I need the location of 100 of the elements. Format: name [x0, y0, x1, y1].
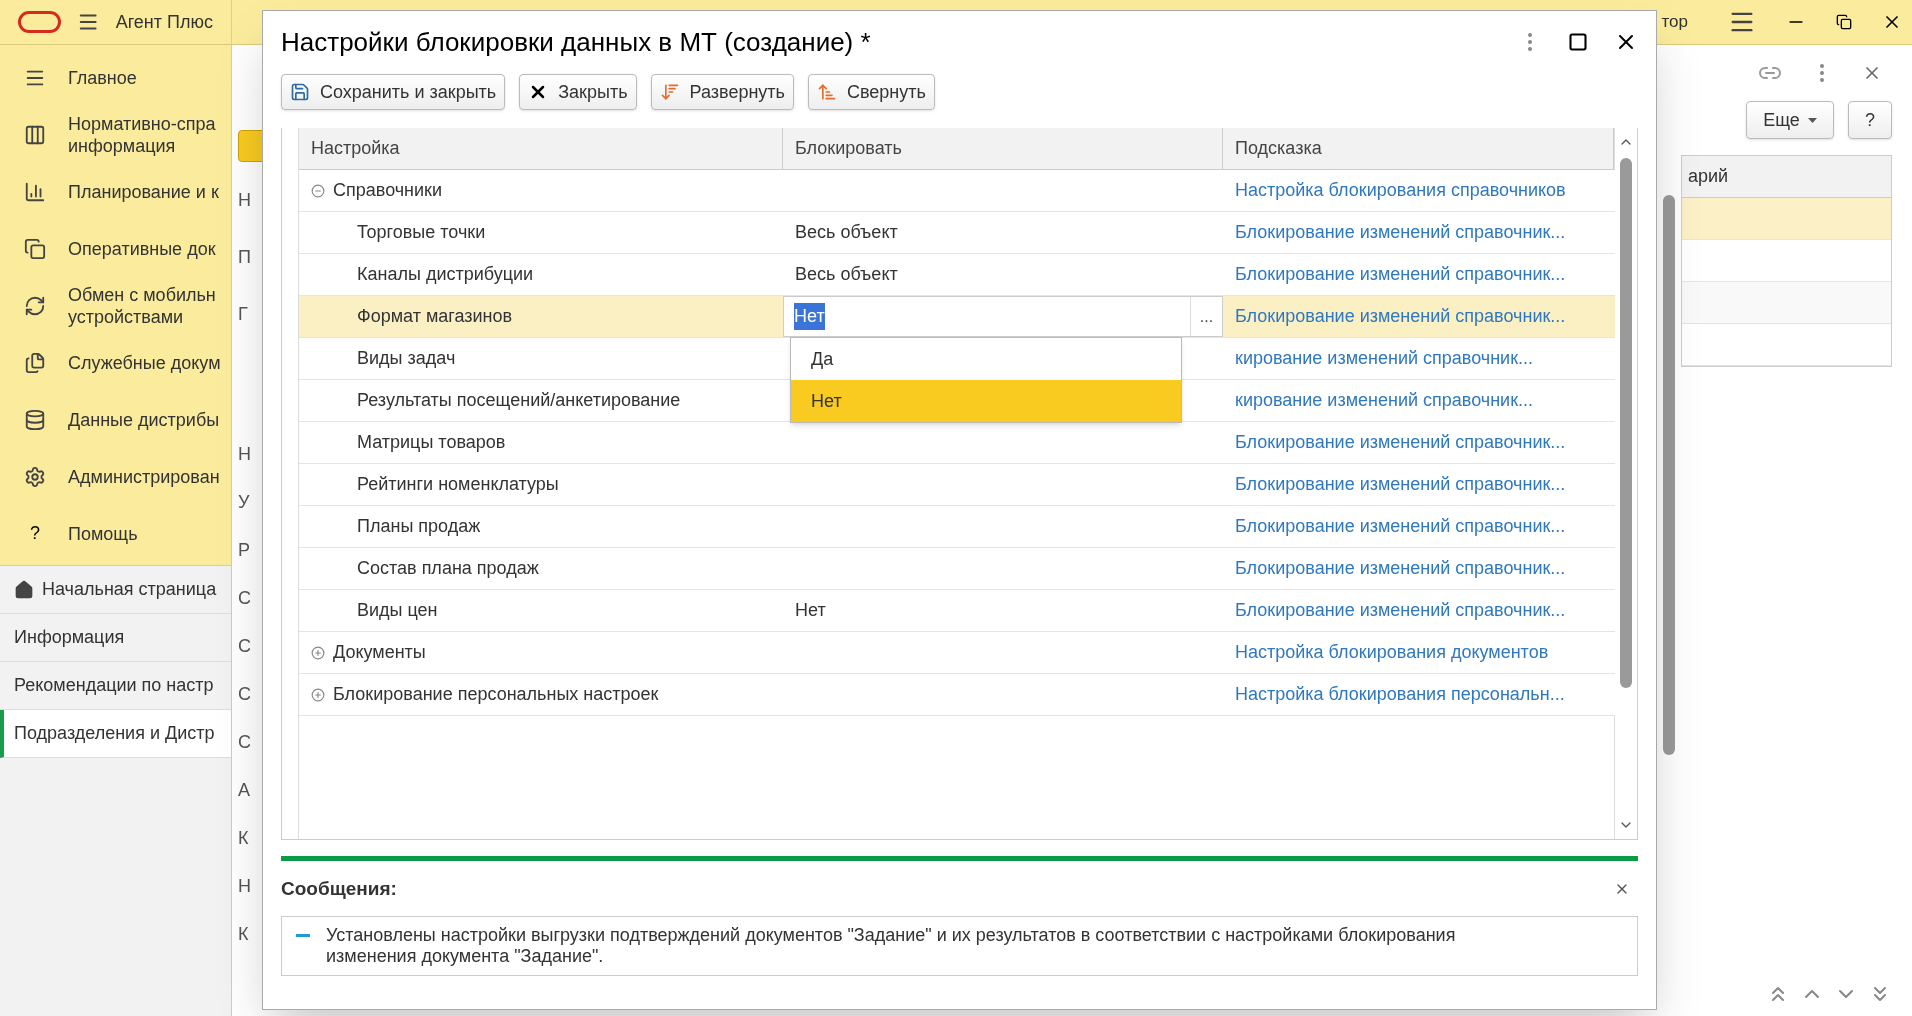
- table-row[interactable]: Документы Настройка блокирования документов: [299, 632, 1615, 674]
- section-item[interactable]: Главное: [0, 51, 231, 104]
- hint-link[interactable]: кирование изменений справочник...: [1235, 345, 1534, 372]
- section-item[interactable]: Обмен с мобильн устройствами: [0, 279, 231, 332]
- hint-link[interactable]: Настройка блокирования справочников: [1235, 177, 1566, 204]
- section-label: Обмен с мобильн устройствами: [68, 283, 216, 328]
- setting-name: Результаты посещений/анкетирование: [357, 389, 681, 412]
- column-header: Блокировать: [783, 128, 1223, 169]
- form-label: А: [238, 779, 251, 802]
- section-icon: [24, 408, 46, 431]
- section-item[interactable]: Данные дистрибы: [0, 393, 231, 446]
- setting-name: Рейтинги номенклатуры: [357, 473, 559, 496]
- column-header: Подсказка: [1223, 128, 1614, 169]
- toolbar-button[interactable]: Закрыть: [519, 74, 637, 110]
- form-label: Г: [238, 303, 249, 326]
- message-text: Установлены настройки выгрузки подтверждений документов "Задание" и их результатов в соответствии с настройками блокирования изменения документа "Задание".: [326, 924, 1456, 967]
- value-editor[interactable]: Нет ...: [783, 296, 1223, 337]
- messages-title: Сообщения:: [281, 877, 397, 901]
- table-row[interactable]: Торговые точки Весь объект Блокирование изменений справочник...: [299, 212, 1615, 254]
- table-row[interactable]: Рейтинги номенклатуры Блокирование изменений справочник...: [299, 464, 1615, 506]
- hint-link[interactable]: Блокирование изменений справочник...: [1235, 303, 1566, 330]
- toolbar-button[interactable]: Свернуть: [807, 74, 935, 110]
- table-row[interactable]: Планы продаж Блокирование изменений справочник...: [299, 506, 1615, 548]
- setting-name: Состав плана продаж: [357, 557, 539, 580]
- scrollbar-thumb[interactable]: [1663, 195, 1675, 755]
- table-row[interactable]: Матрицы товаров Блокирование изменений справочник...: [299, 422, 1615, 464]
- expand-list-icon: [659, 82, 680, 102]
- table-row[interactable]: Каналы дистрибуции Весь объект Блокирование изменений справочник...: [299, 254, 1615, 296]
- expand-toggle-icon[interactable]: [311, 687, 325, 702]
- hint-link[interactable]: Настройка блокирования персональн...: [1235, 681, 1565, 708]
- toolbar-button[interactable]: Сохранить и закрыть: [281, 74, 506, 110]
- form-label: Н: [238, 875, 252, 898]
- choose-button[interactable]: ...: [1190, 297, 1222, 336]
- section-item[interactable]: Служебные докум: [0, 336, 231, 389]
- dialog-title: Настройки блокировки данных в МТ (создание) *: [281, 25, 871, 59]
- section-icon: [24, 123, 46, 146]
- setting-name: Торговые точки: [357, 221, 486, 244]
- toolbar-button[interactable]: Развернуть: [650, 74, 794, 110]
- section-label: Планирование и к: [68, 180, 219, 203]
- section-label: Администрирован: [68, 465, 220, 488]
- hint-link[interactable]: Блокирование изменений справочник...: [1235, 555, 1566, 582]
- section-item[interactable]: Оперативные док: [0, 222, 231, 275]
- maximize-icon[interactable]: [1568, 32, 1588, 52]
- selected-value: Нет: [794, 303, 825, 330]
- form-label: К: [238, 923, 250, 946]
- hint-link[interactable]: Блокирование изменений справочник...: [1235, 429, 1566, 456]
- section-label: Помощь: [68, 522, 138, 545]
- dropdown-item[interactable]: Да: [791, 338, 1181, 380]
- block-value: Весь объект: [795, 263, 898, 286]
- user-name: тор: [1661, 11, 1688, 34]
- hint-link[interactable]: Блокирование изменений справочник...: [1235, 597, 1566, 624]
- setting-name: Планы продаж: [357, 515, 481, 538]
- section-label: Главное: [68, 66, 137, 89]
- form-label: С: [238, 635, 252, 658]
- more-button[interactable]: Еще: [1746, 101, 1834, 139]
- hint-link[interactable]: Блокирование изменений справочник...: [1235, 471, 1566, 498]
- column-header: арий: [1688, 165, 1729, 188]
- hint-link[interactable]: кирование изменений справочник...: [1235, 387, 1534, 414]
- table-row[interactable]: Справочники Настройка блокирования справочников: [299, 170, 1615, 212]
- setting-name: Справочники: [333, 179, 443, 202]
- scrollbar-thumb[interactable]: [1620, 158, 1632, 688]
- form-label: С: [238, 587, 252, 610]
- form-label: Н: [238, 189, 252, 212]
- form-label: С: [238, 731, 252, 754]
- hint-link[interactable]: Настройка блокирования документов: [1235, 639, 1549, 666]
- table-row[interactable]: Состав плана продаж Блокирование изменений справочник...: [299, 548, 1615, 590]
- setting-name: Документы: [333, 641, 426, 664]
- block-value: Нет: [795, 599, 826, 622]
- restore-icon[interactable]: [1836, 14, 1852, 30]
- section-label: Оперативные док: [68, 237, 216, 260]
- section-icon: [24, 351, 46, 374]
- section-icon: [24, 237, 46, 260]
- form-label: Н: [238, 443, 252, 466]
- hint-link[interactable]: Блокирование изменений справочник...: [1235, 219, 1566, 246]
- setting-name: Блокирование персональных настроек: [333, 683, 659, 706]
- setting-name: Матрицы товаров: [357, 431, 506, 454]
- hint-link[interactable]: Блокирование изменений справочник...: [1235, 261, 1566, 288]
- hint-link[interactable]: Блокирование изменений справочник...: [1235, 513, 1566, 540]
- section-icon: [24, 465, 46, 488]
- section-item[interactable]: Планирование и к: [0, 165, 231, 218]
- dropdown-item[interactable]: Нет: [791, 380, 1181, 422]
- table-row[interactable]: Блокирование персональных настроек Настройка блокирования персональн...: [299, 674, 1615, 716]
- table-row[interactable]: Виды цен Нет Блокирование изменений справочник...: [299, 590, 1615, 632]
- home-icon: [14, 579, 34, 600]
- message-marker-icon: [296, 933, 310, 937]
- section-icon: [24, 294, 46, 317]
- section-label: Данные дистрибы: [68, 408, 220, 431]
- section-item[interactable]: Нормативно-спра информация: [0, 108, 231, 161]
- logo-icon: [18, 11, 62, 33]
- collapse-toggle-icon[interactable]: [311, 183, 325, 198]
- section-item[interactable]: ? Помощь: [0, 507, 231, 560]
- setting-name: Формат магазинов: [357, 305, 513, 328]
- setting-name: Каналы дистрибуции: [357, 263, 534, 286]
- expand-toggle-icon[interactable]: [311, 645, 325, 660]
- section-item[interactable]: Администрирован: [0, 450, 231, 503]
- open-page-tab[interactable]: Подразделения и Дистр: [0, 710, 231, 758]
- setting-name: Виды цен: [357, 599, 438, 622]
- caret-icon: [1807, 117, 1817, 123]
- help-button[interactable]: ?: [1848, 101, 1892, 139]
- section-label: Служебные докум: [68, 351, 221, 374]
